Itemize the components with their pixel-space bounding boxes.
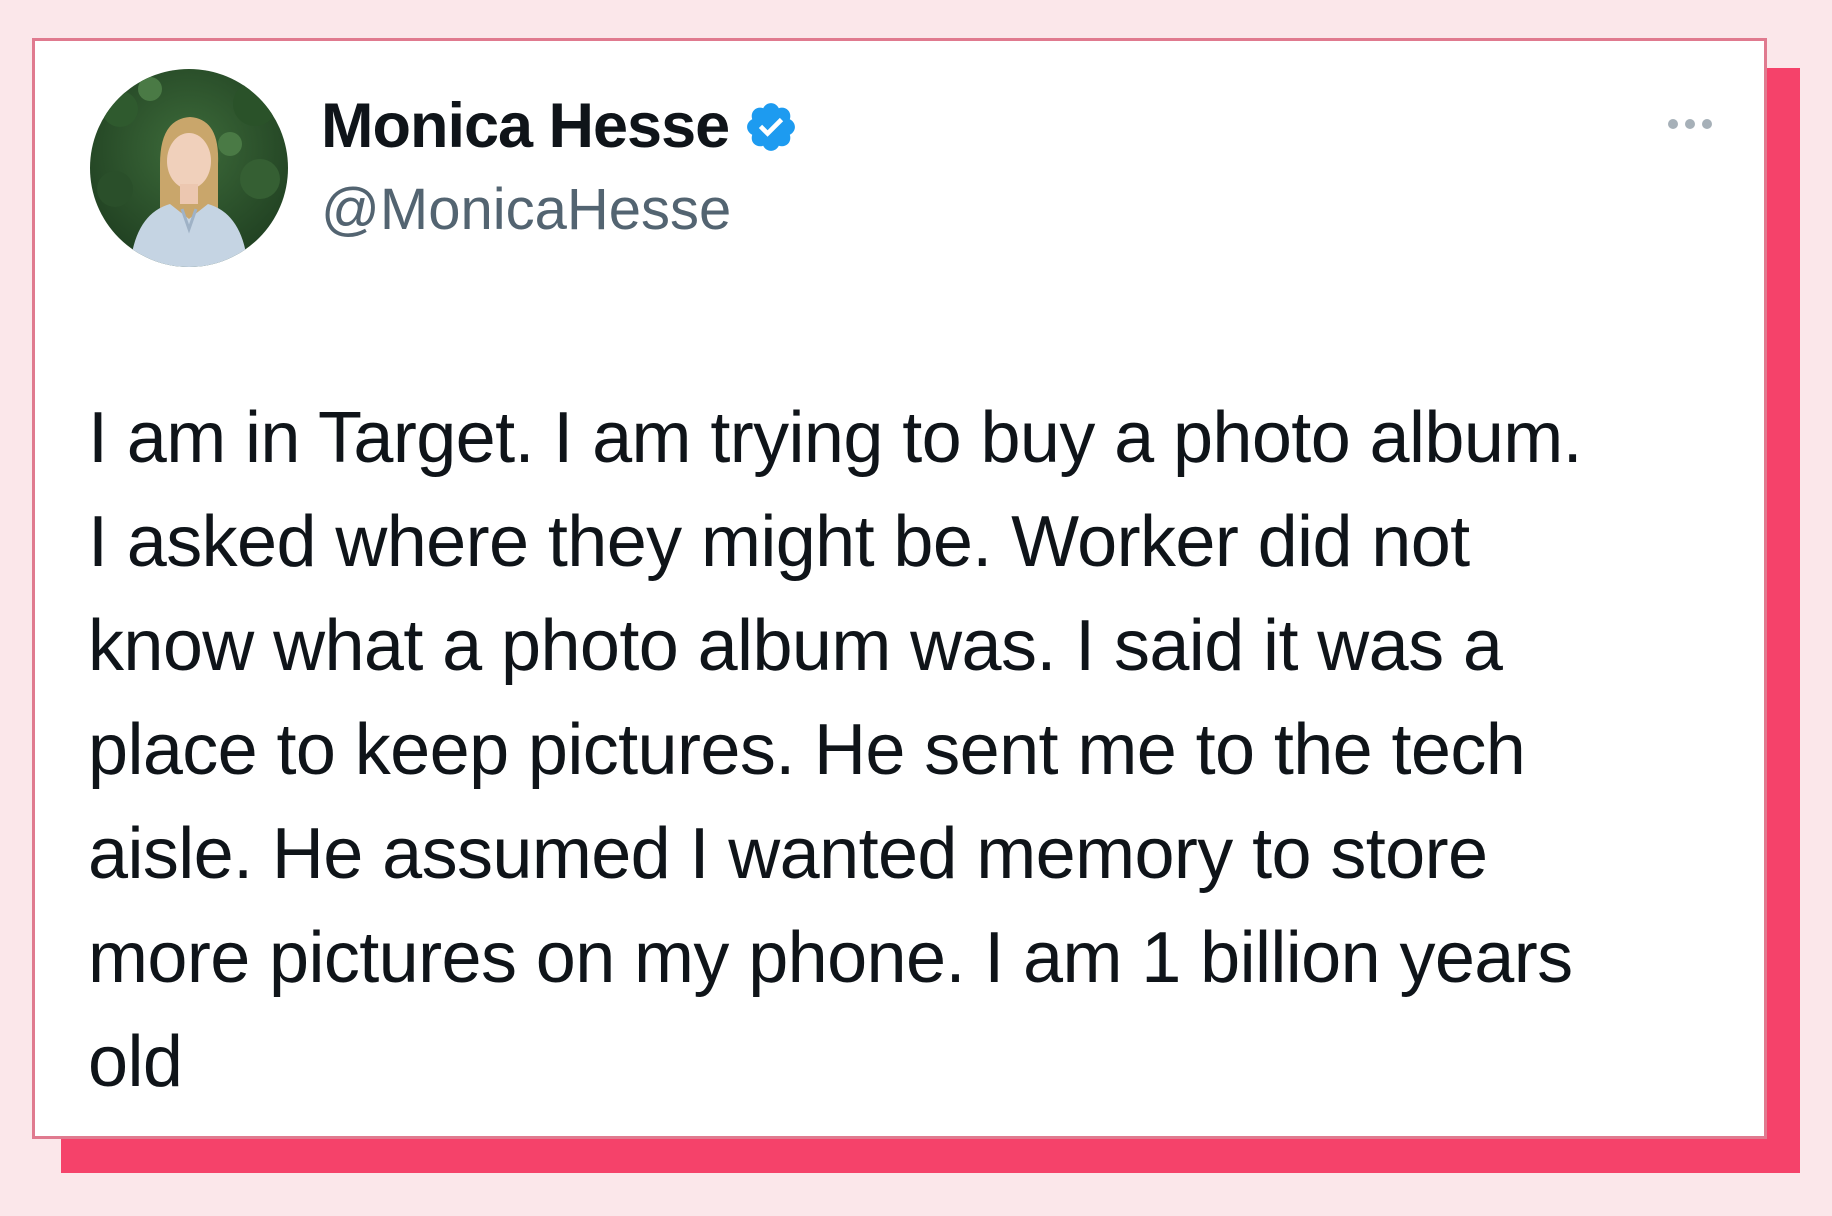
tweet-text-line: aisle. He assumed I wanted memory to sto… (88, 814, 1488, 894)
author-name-row: Monica Hesse (321, 95, 799, 158)
tweet-text-line: I am in Target. I am trying to buy a pho… (88, 398, 1583, 478)
tweet-text: I am in Target. I am trying to buy a pho… (88, 386, 1728, 1114)
profile-photo-icon (90, 69, 288, 267)
author-handle[interactable]: @MonicaHesse (321, 181, 731, 239)
ellipsis-dot (1702, 119, 1712, 129)
tweet-text-line: place to keep pictures. He sent me to th… (88, 710, 1526, 790)
tweet-text-line: know what a photo album was. I said it w… (88, 606, 1503, 686)
ellipsis-icon (1668, 119, 1678, 129)
tweet-text-line: I asked where they might be. Worker did … (88, 502, 1470, 582)
more-options-button[interactable] (1668, 119, 1712, 129)
verified-badge-icon (743, 99, 799, 155)
avatar[interactable] (90, 69, 288, 267)
tweet-text-line: old (88, 1022, 183, 1102)
ellipsis-dot (1685, 119, 1695, 129)
tweet-card[interactable]: Monica Hesse @MonicaHesse I am in Target… (32, 38, 1767, 1139)
tweet-text-line: more pictures on my phone. I am 1 billio… (88, 918, 1573, 998)
author-display-name[interactable]: Monica Hesse (321, 95, 730, 158)
